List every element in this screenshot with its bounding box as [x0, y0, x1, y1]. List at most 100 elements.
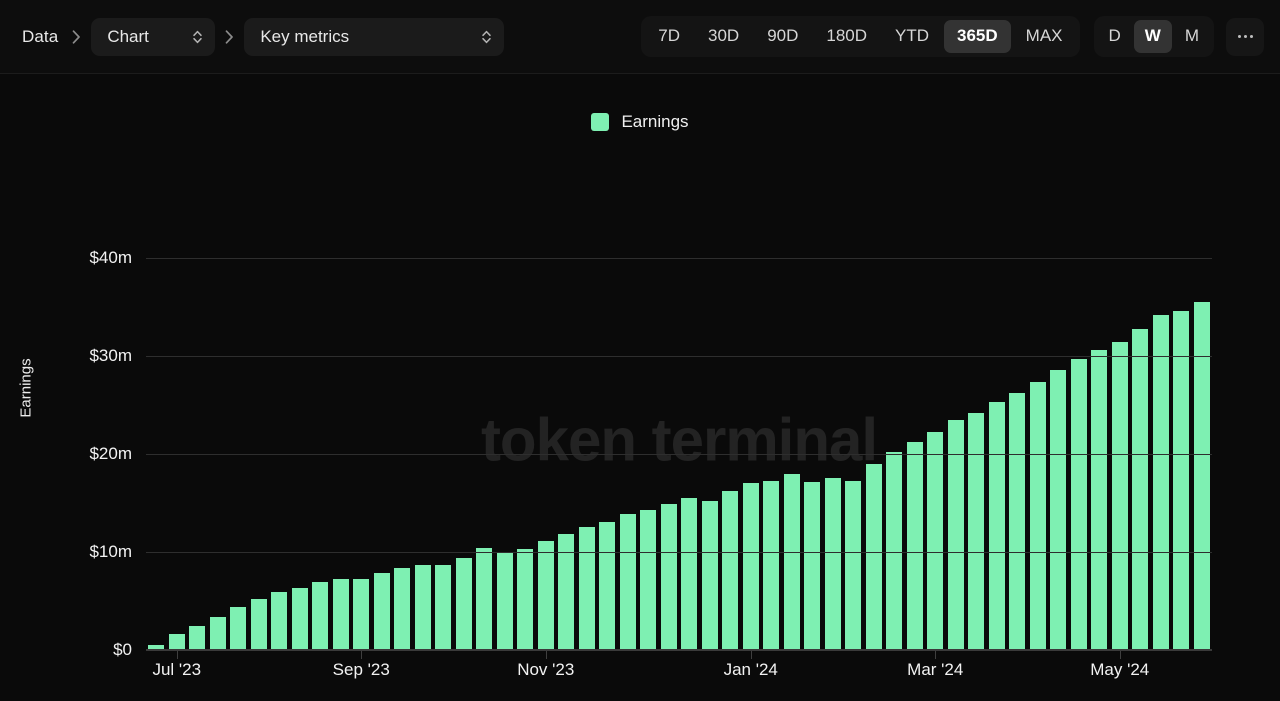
bar[interactable]: [558, 533, 575, 650]
metric-select-label: Key metrics: [260, 26, 350, 46]
x-axis-tick: [361, 650, 363, 659]
range-option-180d[interactable]: 180D: [813, 20, 880, 52]
metric-select[interactable]: Key metrics: [244, 17, 505, 56]
bar[interactable]: [968, 413, 985, 650]
bar[interactable]: [1029, 381, 1046, 650]
range-option-365d[interactable]: 365D: [944, 20, 1011, 53]
bar[interactable]: [640, 510, 657, 650]
bar[interactable]: [701, 501, 718, 650]
y-axis-tick-label: $20m: [89, 444, 132, 464]
bar[interactable]: [517, 549, 534, 650]
breadcrumb: Data Chart Key metrics: [18, 17, 505, 56]
gridline-10m: [146, 552, 1212, 554]
bar[interactable]: [1091, 350, 1108, 650]
bar[interactable]: [722, 491, 739, 650]
bar[interactable]: [312, 582, 329, 650]
y-axis-tick-label: $10m: [89, 542, 132, 562]
bar[interactable]: [1132, 328, 1149, 650]
bar[interactable]: [578, 526, 595, 650]
bar[interactable]: [414, 564, 431, 650]
x-axis-ticks: [146, 650, 1212, 660]
x-axis-tick-label: Jan '24: [723, 660, 778, 679]
bar[interactable]: [168, 634, 185, 650]
range-option-90d[interactable]: 90D: [754, 20, 811, 52]
legend-label-earnings[interactable]: Earnings: [621, 112, 688, 132]
bar[interactable]: [435, 564, 452, 650]
bar[interactable]: [496, 553, 513, 650]
range-option-max[interactable]: MAX: [1013, 20, 1076, 52]
chart-type-select[interactable]: Chart: [91, 17, 216, 56]
chevron-right-icon: [72, 29, 81, 44]
x-axis-tick-label: Nov '23: [517, 660, 575, 679]
x-axis-tick-label: Jul '23: [152, 660, 202, 679]
bar[interactable]: [373, 572, 390, 650]
bar[interactable]: [250, 599, 267, 650]
range-option-ytd[interactable]: YTD: [882, 20, 942, 52]
bar[interactable]: [455, 557, 472, 650]
plot-area: token terminal Jul '23 Sep '23 Nov '23 Jan …: [89, 229, 1212, 679]
more-options-button[interactable]: [1226, 17, 1264, 56]
y-axis-tick-label: $0: [113, 640, 132, 659]
bar[interactable]: [1009, 393, 1026, 650]
bar[interactable]: [1152, 315, 1169, 650]
granularity-selector-group: DWM: [1093, 16, 1214, 57]
bar[interactable]: [1173, 311, 1190, 650]
bar[interactable]: [927, 431, 944, 650]
bar[interactable]: [906, 442, 923, 650]
bar[interactable]: [209, 616, 226, 650]
bar-series-earnings: [146, 229, 1212, 650]
bar[interactable]: [660, 504, 677, 650]
bar[interactable]: [332, 578, 349, 650]
granularity-option-w[interactable]: W: [1133, 20, 1172, 53]
x-axis-tick: [1119, 650, 1121, 659]
bar[interactable]: [865, 463, 882, 650]
legend-swatch-earnings: [591, 113, 610, 131]
bar[interactable]: [763, 480, 780, 650]
range-option-30d[interactable]: 30D: [695, 20, 752, 52]
chart-container: Earnings Earnings token terminal Jul '23…: [0, 74, 1280, 701]
gridline-0: [146, 650, 1212, 651]
chevron-updown-icon-2: [481, 29, 492, 45]
bar[interactable]: [537, 541, 554, 650]
breadcrumb-root[interactable]: Data: [18, 25, 62, 49]
x-axis-labels: Jul '23 Sep '23 Nov '23 Jan '24 Mar '24 May '…: [146, 660, 1212, 690]
bar[interactable]: [681, 498, 698, 650]
bar[interactable]: [619, 513, 636, 650]
bar[interactable]: [845, 480, 862, 650]
bar[interactable]: [291, 588, 308, 650]
bar[interactable]: [599, 521, 616, 650]
y-axis-title: Earnings: [17, 357, 35, 418]
bar[interactable]: [783, 473, 800, 650]
bar[interactable]: [824, 477, 841, 650]
gridline-30m: [146, 356, 1212, 358]
gridline-40m: [146, 258, 1212, 260]
y-axis-tick-label: $30m: [89, 346, 132, 366]
bar[interactable]: [394, 567, 411, 650]
chart-legend: Earnings: [0, 112, 1280, 132]
bar[interactable]: [476, 548, 493, 650]
granularity-option-m[interactable]: M: [1174, 20, 1210, 52]
x-axis-tick: [176, 650, 178, 659]
chevron-right-icon-2: [225, 29, 234, 44]
bar[interactable]: [189, 625, 206, 650]
bar[interactable]: [271, 592, 288, 650]
chevron-updown-icon: [192, 29, 203, 45]
x-axis-tick-label: May '24: [1090, 660, 1150, 679]
range-option-7d[interactable]: 7D: [645, 20, 693, 52]
bar[interactable]: [230, 606, 247, 650]
x-axis-tick: [935, 650, 937, 659]
bar[interactable]: [353, 578, 370, 650]
ellipsis-icon: [1237, 35, 1253, 38]
top-toolbar: Data Chart Key metrics 7D 30D 90D 180D Y…: [0, 0, 1280, 74]
granularity-option-d[interactable]: D: [1098, 20, 1132, 52]
bar[interactable]: [1070, 359, 1087, 650]
bar[interactable]: [1193, 302, 1210, 650]
bar[interactable]: [804, 481, 821, 650]
x-axis-tick-label: Sep '23: [332, 660, 390, 679]
bar[interactable]: [742, 482, 759, 650]
y-axis-tick-label: $40m: [89, 248, 132, 268]
bar[interactable]: [1111, 341, 1128, 650]
bar[interactable]: [1050, 370, 1067, 650]
x-axis-tick: [545, 650, 547, 659]
bar[interactable]: [988, 402, 1005, 650]
